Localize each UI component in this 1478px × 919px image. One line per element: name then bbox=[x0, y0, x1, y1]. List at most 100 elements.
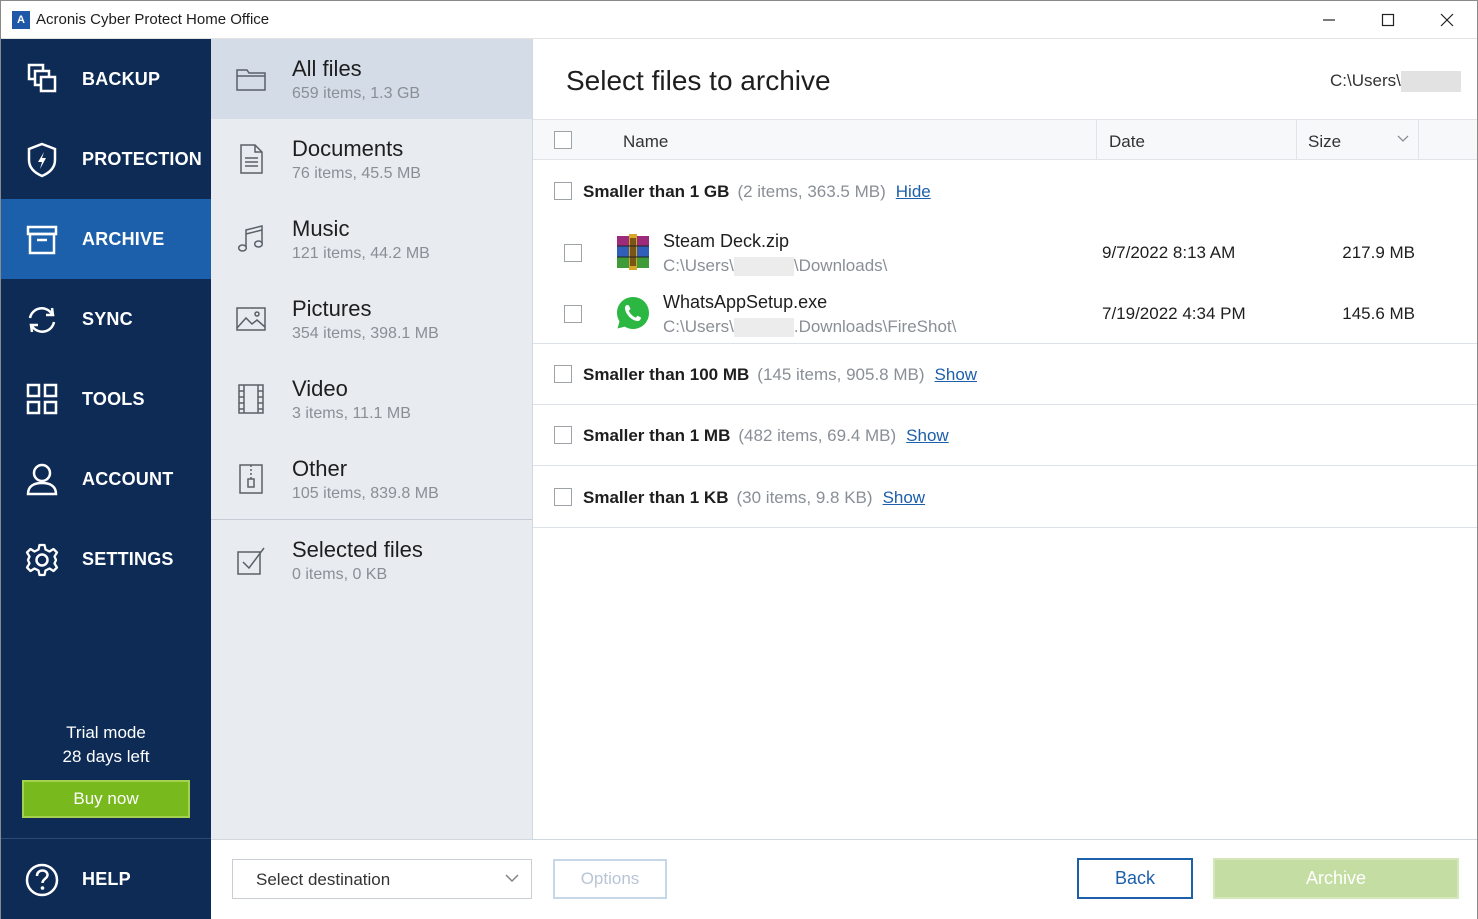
file-row[interactable]: WhatsAppSetup.exe C:\Users\ .Downloads\Fi… bbox=[533, 283, 1477, 344]
category-selected-files[interactable]: Selected files 0 items, 0 KB bbox=[211, 520, 532, 600]
show-link[interactable]: Show bbox=[935, 365, 978, 384]
category-name: Pictures bbox=[292, 296, 372, 321]
group-title: Smaller than 100 MB bbox=[583, 365, 750, 384]
column-divider bbox=[1096, 120, 1097, 160]
category-stats: 0 items, 0 KB bbox=[292, 566, 388, 583]
sidebar-item-backup[interactable]: BACKUP bbox=[1, 39, 211, 119]
sidebar-item-label: SETTINGS bbox=[82, 548, 174, 569]
sidebar-item-protection[interactable]: PROTECTION bbox=[1, 119, 211, 199]
group-checkbox[interactable] bbox=[554, 488, 572, 506]
sidebar-item-label: PROTECTION bbox=[82, 148, 203, 169]
category-documents[interactable]: Documents 76 items, 45.5 MB bbox=[211, 119, 532, 199]
file-path-prefix: C:\Users\ bbox=[663, 317, 734, 336]
destination-dropdown[interactable]: Select destination bbox=[232, 859, 532, 899]
film-icon bbox=[238, 384, 264, 414]
sidebar-item-account[interactable]: ACCOUNT bbox=[1, 439, 211, 519]
user-icon bbox=[26, 463, 58, 496]
file-row[interactable]: Steam Deck.zip C:\Users\ \Downloads\ 9/7/… bbox=[533, 222, 1477, 283]
checked-box-icon bbox=[237, 547, 265, 575]
shield-icon bbox=[27, 142, 57, 178]
group-checkbox[interactable] bbox=[554, 182, 572, 200]
trial-mode-text: Trial mode bbox=[66, 723, 146, 742]
group-title: Smaller than 1 GB bbox=[583, 182, 730, 201]
picture-icon bbox=[236, 307, 266, 331]
file-checkbox[interactable] bbox=[564, 305, 582, 323]
back-button[interactable]: Back bbox=[1077, 858, 1193, 899]
sidebar-item-label: TOOLS bbox=[82, 388, 145, 409]
sidebar-item-sync[interactable]: SYNC bbox=[1, 279, 211, 359]
document-icon bbox=[240, 144, 263, 174]
size-group-1mb: Smaller than 1 MB (482 items, 69.4 MB) Sho… bbox=[533, 405, 1477, 466]
group-count: (30 items, 9.8 KB) bbox=[736, 488, 873, 507]
buy-now-button[interactable]: Buy now bbox=[22, 780, 190, 818]
group-count: (2 items, 363.5 MB) bbox=[737, 182, 886, 201]
category-music[interactable]: Music 121 items, 44.2 MB bbox=[211, 199, 532, 279]
sidebar-item-settings[interactable]: SETTINGS bbox=[1, 519, 211, 599]
options-button[interactable]: Options bbox=[553, 859, 667, 899]
category-stats: 659 items, 1.3 GB bbox=[292, 85, 421, 102]
action-bar: Select destination Options Back Archive bbox=[211, 839, 1477, 919]
category-name: Other bbox=[292, 456, 348, 481]
select-all-checkbox[interactable] bbox=[554, 131, 572, 149]
category-name: Selected files bbox=[292, 537, 423, 562]
group-label: Smaller than 100 MB (145 items, 905.8 MB)… bbox=[583, 365, 977, 385]
file-name: Steam Deck.zip bbox=[663, 231, 790, 251]
show-link[interactable]: Show bbox=[906, 426, 949, 445]
maximize-button[interactable] bbox=[1359, 1, 1417, 39]
size-group-1kb: Smaller than 1 KB (30 items, 9.8 KB) Show bbox=[533, 467, 1477, 528]
group-checkbox[interactable] bbox=[554, 365, 572, 383]
column-header-date[interactable]: Date bbox=[1109, 132, 1145, 152]
redacted-username bbox=[733, 318, 794, 338]
sidebar-item-label: SYNC bbox=[82, 308, 133, 329]
group-label: Smaller than 1 KB (30 items, 9.8 KB) Show bbox=[583, 488, 925, 508]
group-count: (482 items, 69.4 MB) bbox=[738, 426, 897, 445]
close-button[interactable] bbox=[1418, 1, 1476, 39]
file-date: 7/19/2022 4:34 PM bbox=[1102, 304, 1246, 323]
sidebar-item-tools[interactable]: TOOLS bbox=[1, 359, 211, 439]
column-divider bbox=[1296, 120, 1297, 160]
destination-placeholder: Select destination bbox=[256, 870, 391, 889]
sidebar-item-archive[interactable]: ARCHIVE bbox=[1, 199, 211, 279]
column-divider bbox=[1418, 120, 1419, 160]
sidebar-item-label: BACKUP bbox=[82, 68, 161, 89]
hide-link[interactable]: Hide bbox=[896, 182, 931, 201]
music-note-icon bbox=[237, 225, 264, 252]
file-checkbox[interactable] bbox=[564, 244, 582, 262]
file-path-suffix: .Downloads\FireShot\ bbox=[793, 317, 957, 336]
acronis-logo-icon: A bbox=[12, 11, 30, 29]
close-icon bbox=[1440, 13, 1454, 27]
category-stats: 121 items, 44.2 MB bbox=[292, 245, 430, 262]
backup-icon bbox=[27, 63, 57, 93]
page-title: Select files to archive bbox=[566, 65, 831, 96]
group-checkbox[interactable] bbox=[554, 426, 572, 444]
category-name: Documents bbox=[292, 136, 404, 161]
sidebar-item-help[interactable]: HELP bbox=[1, 839, 211, 919]
zip-file-icon bbox=[239, 464, 263, 494]
group-label: Smaller than 1 GB (2 items, 363.5 MB) Hide bbox=[583, 182, 931, 202]
chevron-down-icon bbox=[505, 874, 519, 882]
redacted-username bbox=[1400, 71, 1461, 93]
category-pictures[interactable]: Pictures 354 items, 398.1 MB bbox=[211, 279, 532, 359]
category-video[interactable]: Video 3 items, 11.1 MB bbox=[211, 359, 532, 439]
column-header-name[interactable]: Name bbox=[623, 132, 668, 152]
show-link[interactable]: Show bbox=[883, 488, 926, 507]
column-header-size[interactable]: Size bbox=[1308, 132, 1341, 152]
archive-button[interactable]: Archive bbox=[1213, 858, 1459, 899]
redacted-username bbox=[733, 257, 794, 277]
sidebar-item-label: ACCOUNT bbox=[82, 468, 174, 489]
category-name: Video bbox=[292, 376, 348, 401]
category-stats: 76 items, 45.5 MB bbox=[292, 165, 421, 182]
minimize-button[interactable] bbox=[1300, 1, 1358, 39]
file-path: C:\Users\ \Downloads\ bbox=[663, 256, 888, 277]
category-other[interactable]: Other 105 items, 839.8 MB bbox=[211, 439, 532, 519]
file-path-suffix: \Downloads\ bbox=[793, 256, 888, 275]
sort-chevron-down-icon[interactable] bbox=[1397, 135, 1409, 143]
sidebar-item-label: ARCHIVE bbox=[82, 228, 165, 249]
file-path: C:\Users\ .Downloads\FireShot\ bbox=[663, 317, 957, 338]
maximize-icon bbox=[1381, 13, 1395, 27]
category-panel: All files 659 items, 1.3 GB Documents 76… bbox=[211, 39, 533, 839]
category-name: All files bbox=[292, 56, 362, 81]
gear-icon bbox=[25, 543, 59, 577]
category-all-files[interactable]: All files 659 items, 1.3 GB bbox=[211, 39, 532, 119]
file-name: WhatsAppSetup.exe bbox=[663, 292, 828, 312]
